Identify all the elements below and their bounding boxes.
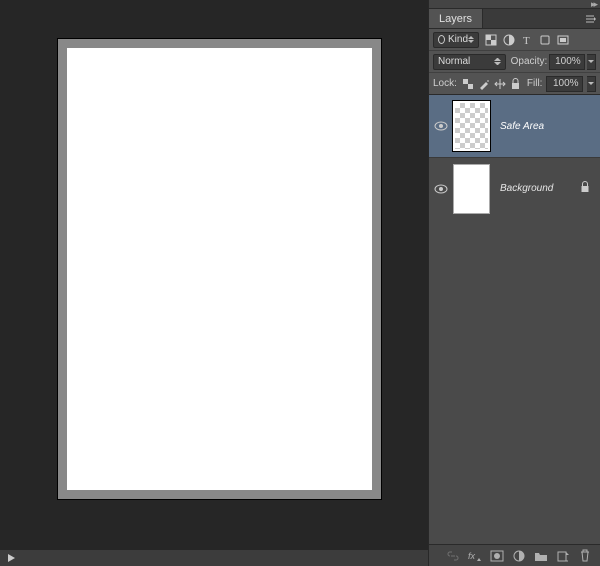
layer-row[interactable]: Safe Area [429, 95, 600, 157]
layer-row[interactable]: Background [429, 157, 600, 219]
lock-all-button[interactable] [509, 77, 523, 91]
lock-transparency-button[interactable] [461, 77, 475, 91]
visibility-toggle[interactable] [429, 121, 453, 131]
adjustment-layer-button[interactable] [512, 549, 526, 563]
new-layer-button[interactable] [556, 549, 570, 563]
layer-thumbnail[interactable] [453, 164, 490, 214]
lock-pixels-button[interactable] [477, 77, 491, 91]
layers-list: Safe Area Background [429, 95, 600, 544]
lock-position-button[interactable] [493, 77, 507, 91]
filter-type-dropdown[interactable]: Kind [433, 32, 479, 48]
filter-icons: T [484, 33, 570, 47]
layers-panel: ▸▸ Layers Kind T Normal Opacity: 100 [428, 0, 600, 566]
dropdown-arrow-icon [494, 58, 501, 65]
status-play-icon[interactable] [8, 554, 15, 562]
panel-tabbar: Layers [429, 9, 600, 29]
layer-style-button[interactable]: fx [468, 549, 482, 563]
svg-text:fx: fx [468, 551, 476, 561]
fill-label: Fill: [527, 78, 543, 89]
svg-text:T: T [523, 35, 530, 46]
link-layers-button[interactable] [446, 549, 460, 563]
fill-value: 100% [553, 78, 579, 89]
blend-mode-value: Normal [438, 56, 470, 67]
layer-mask-button[interactable] [490, 549, 504, 563]
tab-layers[interactable]: Layers [429, 9, 483, 28]
layer-name[interactable]: Background [500, 183, 553, 194]
layer-thumbnail[interactable] [453, 101, 490, 151]
delete-layer-button[interactable] [578, 549, 592, 563]
panel-grip[interactable]: ▸▸ [429, 0, 600, 9]
opacity-label: Opacity: [511, 56, 548, 67]
filter-row: Kind T [429, 29, 600, 51]
opacity-input[interactable]: 100% [549, 54, 584, 70]
dropdown-arrow-icon [468, 36, 474, 43]
status-bar [0, 550, 428, 566]
filter-type-label: Kind [448, 34, 468, 45]
fill-slider-toggle[interactable] [587, 76, 596, 92]
lock-buttons [461, 77, 523, 91]
panel-menu-button[interactable] [582, 9, 600, 28]
opacity-value: 100% [555, 56, 581, 67]
filter-shape-icon[interactable] [538, 33, 552, 47]
lock-icon [580, 181, 590, 196]
layer-name[interactable]: Safe Area [500, 121, 544, 132]
lock-row: Lock: Fill: 100% [429, 73, 600, 95]
opacity-slider-toggle[interactable] [587, 54, 596, 70]
filter-adjustment-icon[interactable] [502, 33, 516, 47]
filter-pixel-icon[interactable] [484, 33, 498, 47]
filter-type-icon[interactable]: T [520, 33, 534, 47]
layer-group-button[interactable] [534, 549, 548, 563]
blend-mode-dropdown[interactable]: Normal [433, 54, 506, 70]
document-workspace [0, 0, 428, 566]
tab-label: Layers [439, 13, 472, 25]
blend-row: Normal Opacity: 100% [429, 51, 600, 73]
visibility-toggle[interactable] [429, 184, 453, 194]
fill-input[interactable]: 100% [546, 76, 582, 92]
lock-label: Lock: [433, 78, 457, 89]
tab-spacer [483, 9, 582, 28]
canvas[interactable] [67, 48, 372, 490]
filter-smart-icon[interactable] [556, 33, 570, 47]
layers-footer: fx [429, 544, 600, 566]
canvas-pasteboard [58, 39, 381, 499]
